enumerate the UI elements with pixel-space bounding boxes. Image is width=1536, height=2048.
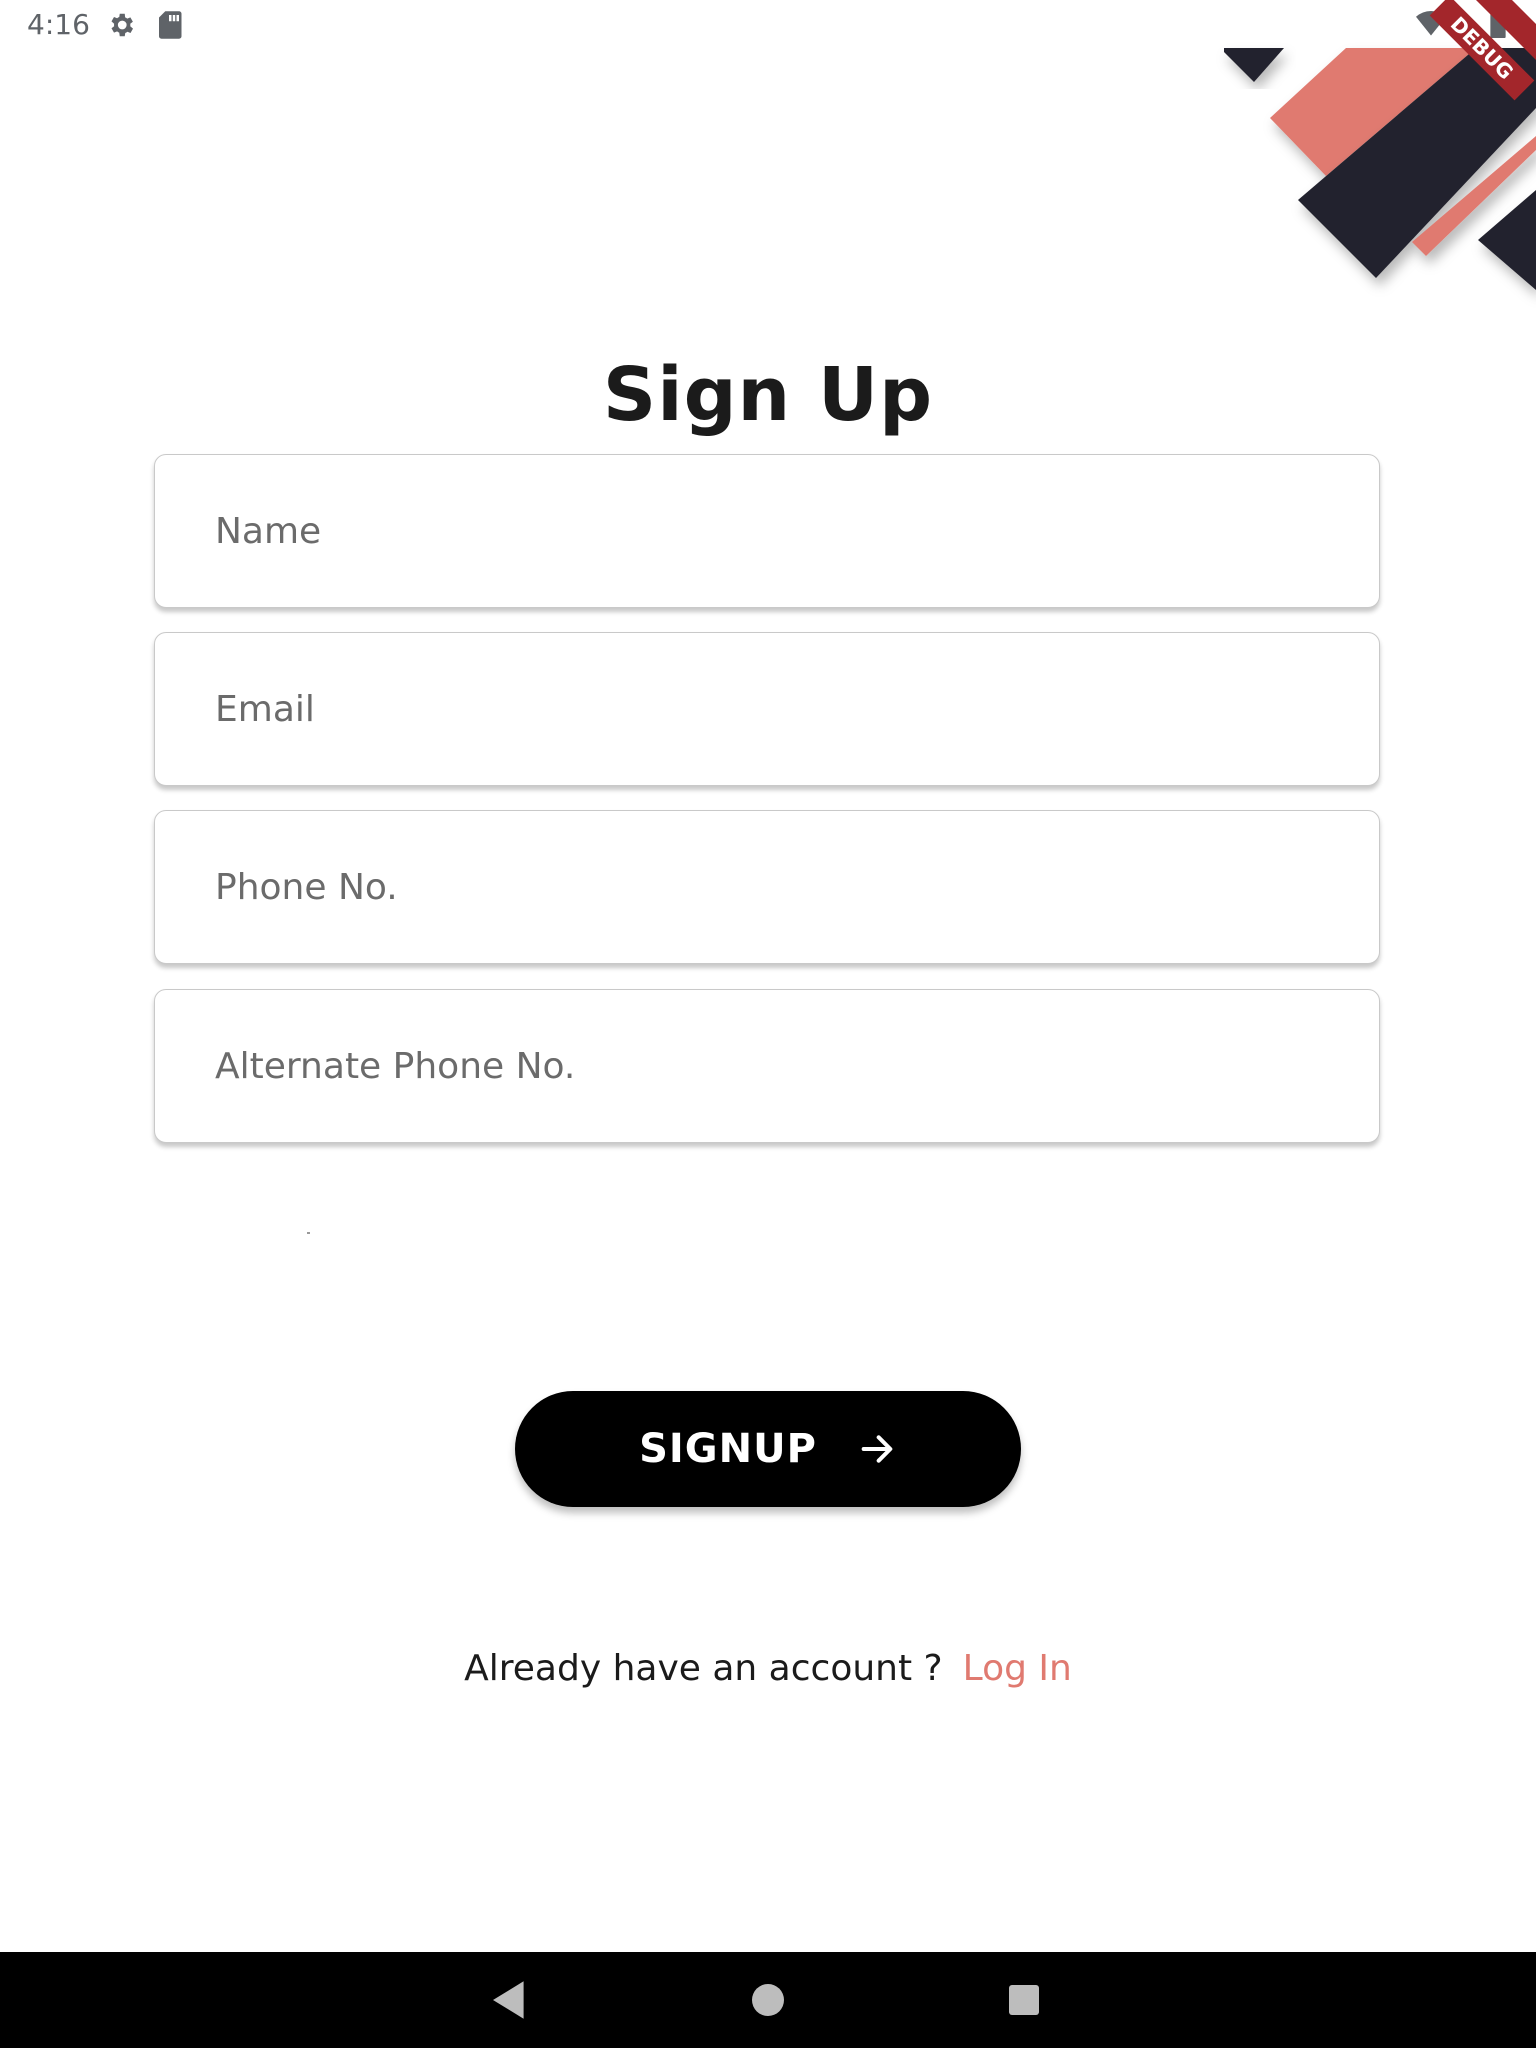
navigation-bar <box>0 1952 1536 2048</box>
name-field[interactable] <box>154 454 1380 608</box>
phone-input[interactable] <box>155 811 1379 963</box>
alternate-phone-field[interactable] <box>154 989 1380 1143</box>
status-time: 4:16 <box>27 8 90 41</box>
login-link[interactable]: Log In <box>963 1648 1072 1689</box>
back-icon[interactable] <box>480 1970 540 2030</box>
text-cursor-artifact <box>307 1232 310 1234</box>
login-prompt: Already have an account ? <box>464 1648 943 1689</box>
arrow-right-icon <box>857 1429 897 1469</box>
email-field[interactable] <box>154 632 1380 786</box>
name-input[interactable] <box>155 455 1379 607</box>
page-title: Sign Up <box>602 352 934 438</box>
sd-card-icon <box>156 10 182 44</box>
login-row: Already have an account ? Log In <box>0 1648 1536 1689</box>
settings-icon <box>106 10 136 44</box>
email-input[interactable] <box>155 633 1379 785</box>
recents-icon[interactable] <box>994 1970 1054 2030</box>
phone-field[interactable] <box>154 810 1380 964</box>
signup-button[interactable]: SIGNUP <box>515 1391 1021 1507</box>
signup-label: SIGNUP <box>639 1426 817 1472</box>
alternate-phone-input[interactable] <box>155 990 1379 1142</box>
home-icon[interactable] <box>738 1970 798 2030</box>
signup-screen: 4:16 DEBUG Sign Up Name Email Phone No. … <box>0 0 1536 2048</box>
